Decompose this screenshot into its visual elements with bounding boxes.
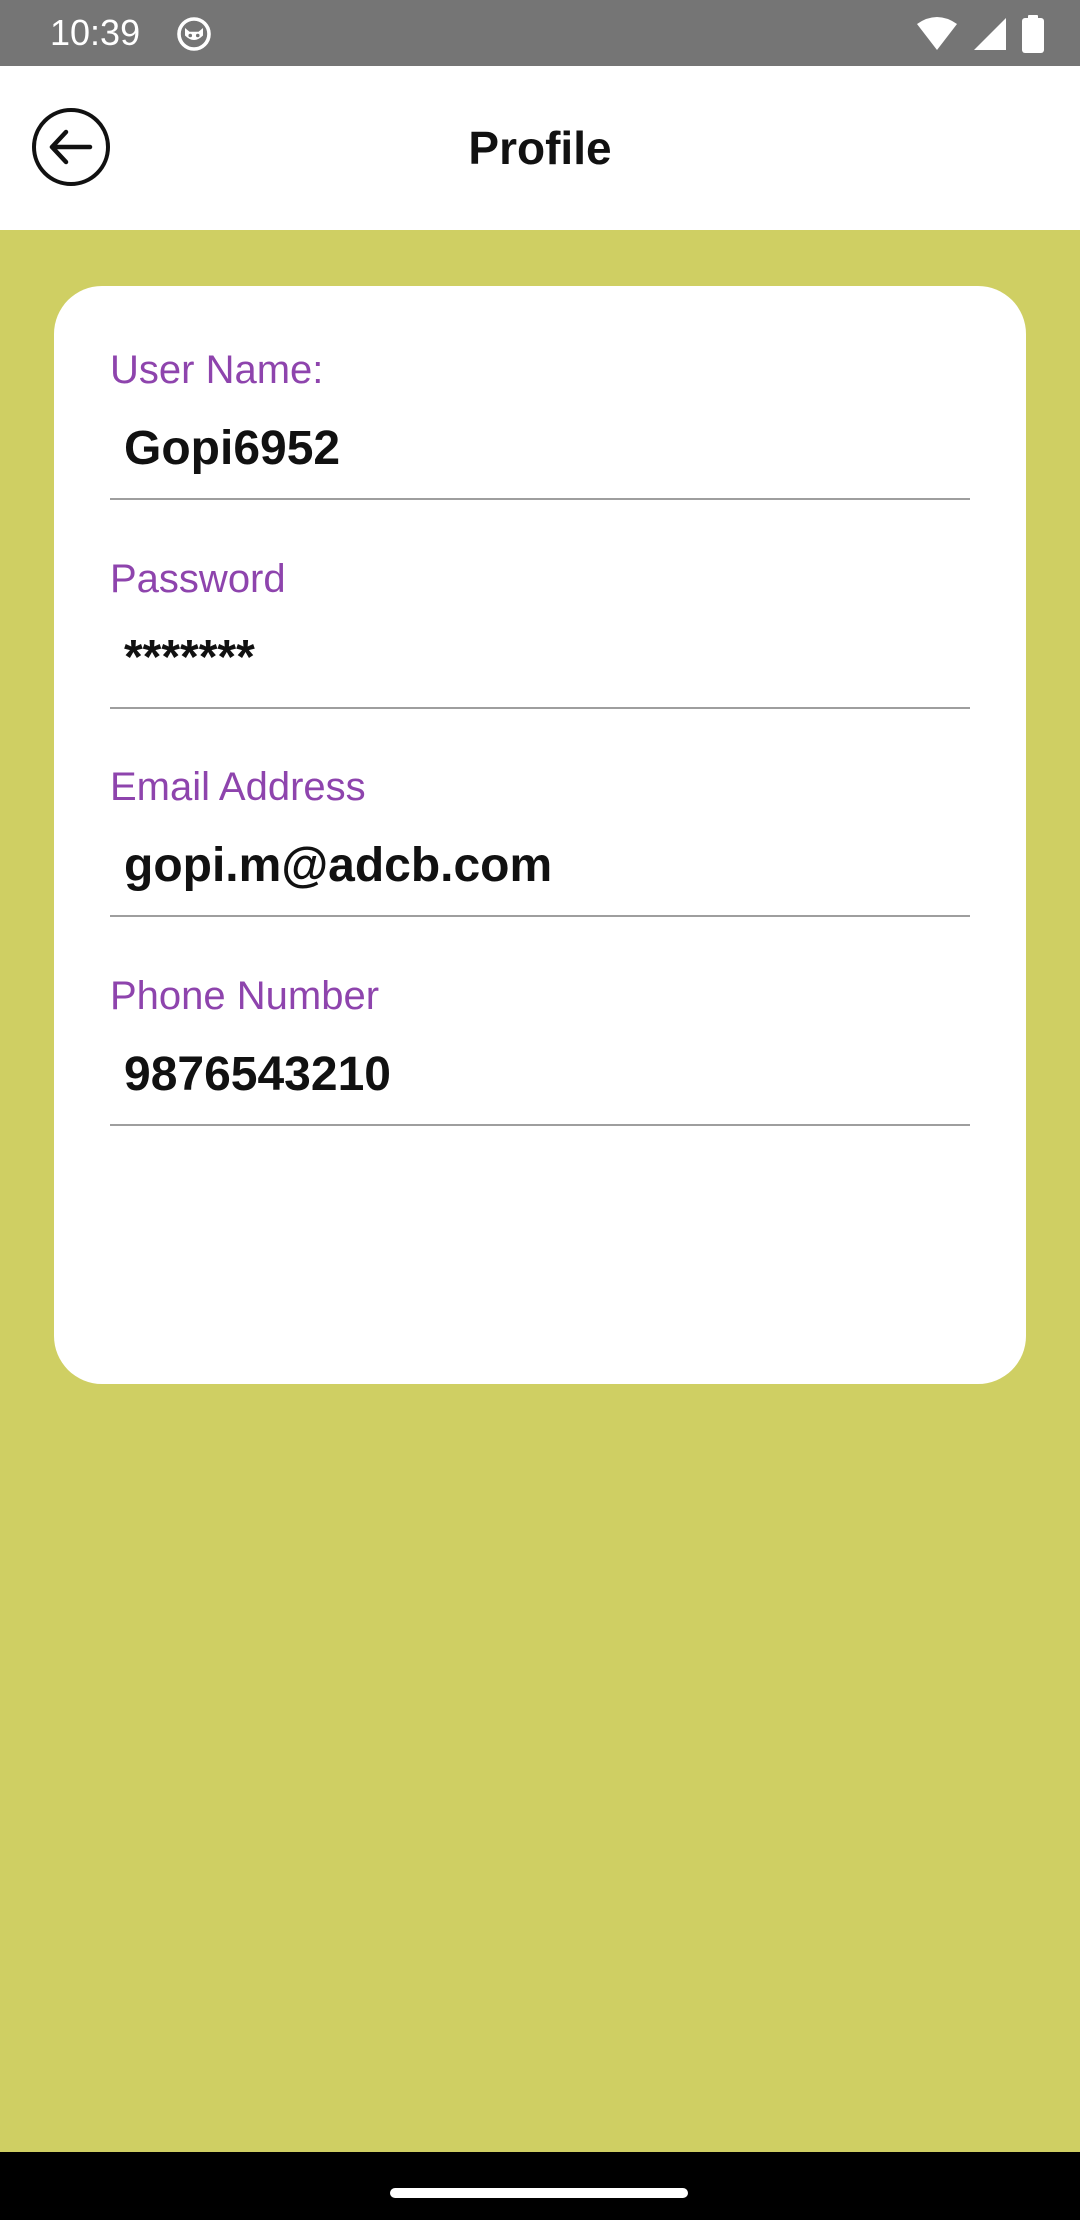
- status-icons: [916, 14, 1044, 54]
- password-label: Password: [110, 557, 286, 601]
- password-underline: [110, 707, 970, 709]
- status-bar: 10:39: [0, 0, 1080, 66]
- user-name-underline: [110, 498, 970, 500]
- wifi-icon: [917, 17, 957, 50]
- app-bar: Profile: [0, 66, 1080, 230]
- navigation-bar: [0, 2152, 1080, 2220]
- email-label: Email Address: [110, 765, 366, 809]
- phone-number-field[interactable]: Phone Number 9876543210: [110, 972, 970, 1126]
- phone-number-label: Phone Number: [110, 974, 380, 1018]
- phone-number-underline: [110, 1124, 970, 1126]
- email-underline: [110, 915, 970, 917]
- content-area: User Name: Gopi6952 Password ******* Ema…: [0, 230, 1080, 2152]
- email-field[interactable]: Email Address gopi.m@adcb.com: [110, 763, 970, 917]
- signal-icon: [974, 18, 1006, 50]
- password-value[interactable]: *******: [110, 629, 970, 687]
- home-gesture-handle[interactable]: [390, 2188, 688, 2198]
- app-notification-icon: [177, 17, 211, 51]
- password-field[interactable]: Password *******: [110, 555, 970, 709]
- battery-icon: [1022, 15, 1044, 53]
- email-value[interactable]: gopi.m@adcb.com: [110, 837, 970, 895]
- user-name-label: User Name:: [110, 348, 324, 392]
- user-name-value[interactable]: Gopi6952: [110, 420, 970, 478]
- status-time: 10:39: [50, 12, 141, 53]
- profile-card: User Name: Gopi6952 Password ******* Ema…: [54, 286, 1026, 1384]
- page-title: Profile: [468, 122, 612, 174]
- user-name-field[interactable]: User Name: Gopi6952: [110, 346, 970, 500]
- phone-number-value[interactable]: 9876543210: [110, 1046, 970, 1104]
